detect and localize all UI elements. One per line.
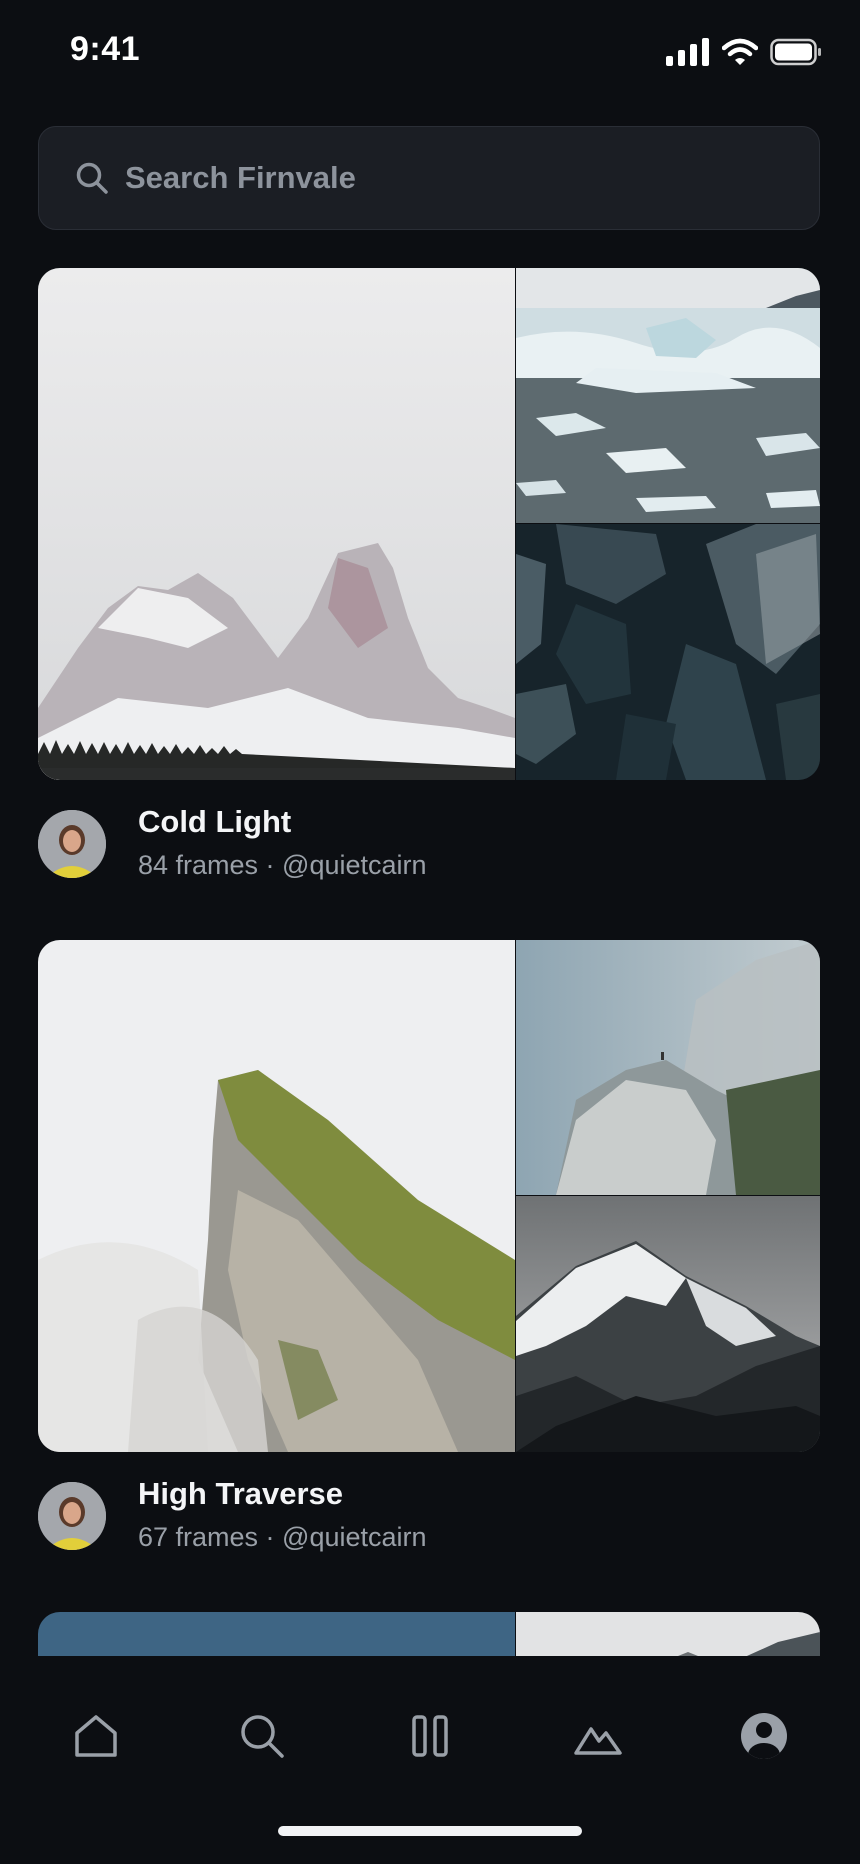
collection-meta: High Traverse 67 frames · @quietcairn <box>38 1452 820 1592</box>
mountain-icon <box>574 1727 622 1755</box>
profile-icon <box>741 1713 787 1759</box>
photo-snowy-mountain-range[interactable] <box>516 1196 820 1452</box>
collection-subtitle: 67 frames · @quietcairn <box>138 1522 427 1552</box>
photo-dark-ice-crystals[interactable] <box>516 524 820 780</box>
search-icon <box>76 162 108 194</box>
wifi-icon <box>722 38 758 65</box>
tab-collections[interactable] <box>390 1696 470 1776</box>
avatar[interactable] <box>38 810 106 878</box>
collection-collage[interactable] <box>38 940 820 1452</box>
collection-title[interactable]: High Traverse <box>138 1476 343 1512</box>
home-icon <box>75 1715 117 1757</box>
home-indicator[interactable] <box>278 1826 582 1836</box>
collection-meta: Cold Light 84 frames · @quietcairn <box>38 780 820 920</box>
tab-home[interactable] <box>56 1696 136 1776</box>
photo-grassy-ridge-in-fog[interactable] <box>38 940 515 1452</box>
collection-card-peek[interactable] <box>38 1612 820 1660</box>
photo-snowy-mountain-peaks[interactable] <box>38 268 515 780</box>
signal-icon <box>666 38 709 66</box>
avatar[interactable] <box>38 1482 106 1550</box>
collection-card[interactable]: High Traverse 67 frames · @quietcairn <box>38 940 820 1592</box>
battery-icon <box>770 38 821 66</box>
photo-hiker-on-misty-cliff[interactable] <box>516 940 820 1195</box>
status-time: 9:41 <box>70 30 141 68</box>
collection-collage[interactable] <box>38 268 820 780</box>
collection-card[interactable]: Cold Light 84 frames · @quietcairn <box>38 268 820 920</box>
collections-icon <box>412 1715 448 1757</box>
tab-search[interactable] <box>222 1696 302 1776</box>
tab-profile[interactable] <box>724 1696 804 1776</box>
status-bar: 9:41 <box>0 0 860 100</box>
status-icons <box>666 38 822 66</box>
collection-subtitle: 84 frames · @quietcairn <box>138 850 427 880</box>
search-icon <box>241 1715 284 1758</box>
collection-title[interactable]: Cold Light <box>138 804 291 840</box>
photo-floating-icebergs[interactable] <box>516 268 820 523</box>
search-bar[interactable] <box>38 126 820 230</box>
tab-explore[interactable] <box>558 1696 638 1776</box>
search-input[interactable] <box>123 159 727 197</box>
